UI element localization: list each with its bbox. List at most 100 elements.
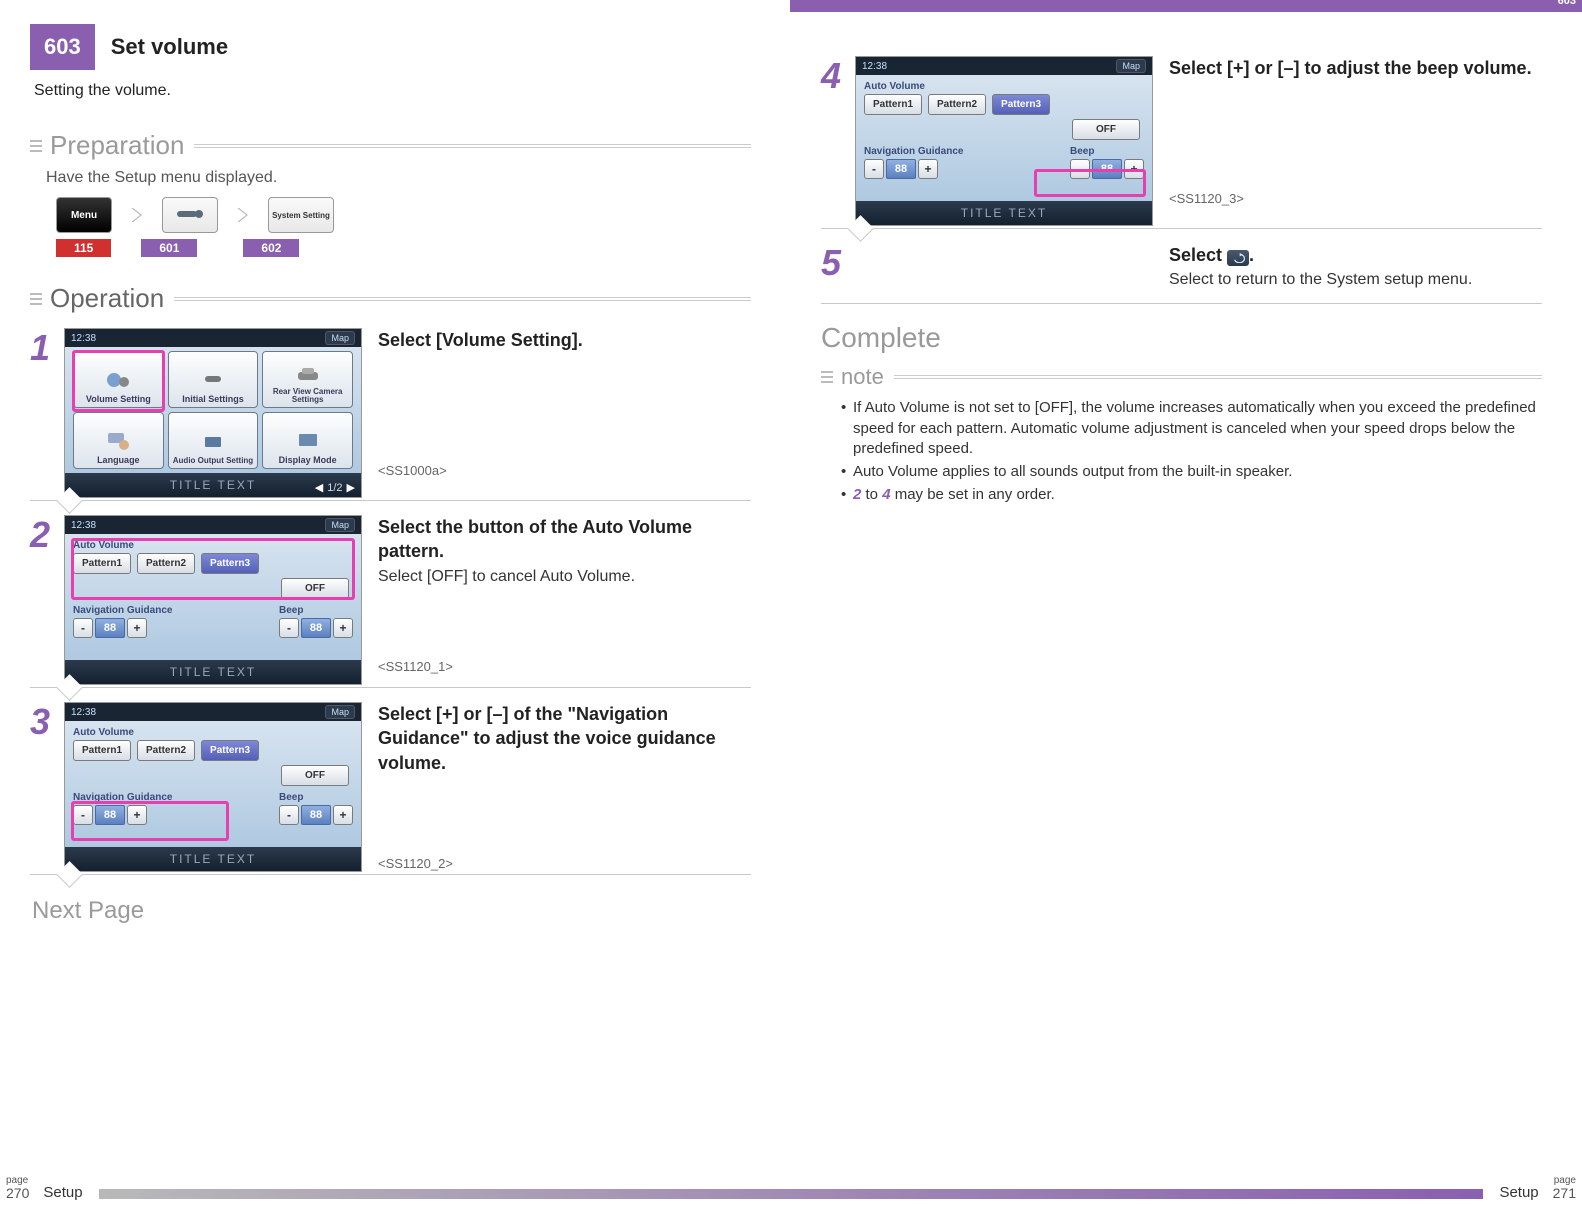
chevron-right-icon <box>126 204 148 226</box>
beep-stepper: - 88 + <box>279 618 353 638</box>
step-number: 2 <box>30 515 64 685</box>
nav-guidance-stepper: - 88 + <box>73 805 172 825</box>
pattern3-button: Pattern3 <box>201 553 259 574</box>
screen-icon <box>199 431 227 455</box>
section-title: Set volume <box>95 24 244 70</box>
footer-section-left: Setup <box>35 1184 90 1201</box>
off-button: OFF <box>281 765 349 786</box>
plus-button: + <box>333 618 353 638</box>
section-intro: Setting the volume. <box>34 82 751 100</box>
operation-heading: Operation <box>30 283 751 314</box>
speaker-gear-icon <box>104 368 132 392</box>
note-list: If Auto Volume is not set to [OFF], the … <box>841 398 1542 505</box>
step-3: 3 12:38Map Auto Volume Pattern1 Pattern2… <box>30 702 751 875</box>
preparation-text: Have the Setup menu displayed. <box>46 169 751 187</box>
pattern2-button: Pattern2 <box>137 553 195 574</box>
pattern1-button: Pattern1 <box>864 94 922 115</box>
step-subtext: Select [OFF] to cancel Auto Volume. <box>378 568 751 586</box>
map-button: Map <box>1116 59 1146 73</box>
complete-label: Complete <box>821 322 1542 354</box>
grid-initial-settings: Initial Settings <box>168 351 259 408</box>
next-page-label: Next Page <box>32 897 751 925</box>
reference-tag-601[interactable]: 601 <box>141 239 197 257</box>
step-headline: Select [+] or [–] of the "Navigation Gui… <box>378 702 751 775</box>
note-item: Auto Volume applies to all sounds output… <box>841 462 1542 482</box>
note-item: 2 to 4 may be set in any order. <box>841 485 1542 505</box>
minus-button: - <box>1070 159 1090 179</box>
screenshot-step-1: 12:38Map Volume Setting Initial Settings… <box>64 328 362 498</box>
pattern3-button: Pattern3 <box>201 740 259 761</box>
footer-gradient-bar <box>99 1189 1484 1199</box>
preparation-heading: Preparation <box>30 130 751 161</box>
screenshot-code: <SS1120_1> <box>378 659 453 674</box>
step-number: 4 <box>821 56 855 226</box>
chevron-right-icon <box>232 204 254 226</box>
step-number: 1 <box>30 328 64 498</box>
grid-display-mode: Display Mode <box>262 412 353 469</box>
top-purple-bar: 603 <box>790 0 1582 12</box>
heading-bars-icon <box>821 371 833 383</box>
heading-bars-icon <box>30 140 42 152</box>
reference-tag-602[interactable]: 602 <box>243 239 299 257</box>
preparation-reference-tags: 115 601 602 <box>56 239 751 257</box>
minus-button: - <box>279 805 299 825</box>
minus-button: - <box>864 159 884 179</box>
pattern1-button: Pattern1 <box>73 740 131 761</box>
pattern2-button: Pattern2 <box>137 740 195 761</box>
map-button: Map <box>325 331 355 345</box>
triangle-right-icon: ▶ <box>347 481 355 494</box>
note-heading: note <box>821 364 1542 390</box>
screenshot-step-4: 12:38Map Auto Volume Pattern1 Pattern2 P… <box>855 56 1153 226</box>
screenshot-step-3: 12:38Map Auto Volume Pattern1 Pattern2 P… <box>64 702 362 872</box>
back-icon <box>1227 250 1249 266</box>
menu-button-icon: Menu <box>56 197 112 233</box>
off-button: OFF <box>281 578 349 599</box>
screenshot-code: <SS1120_2> <box>378 856 453 871</box>
note-item: If Auto Volume is not set to [OFF], the … <box>841 398 1542 459</box>
grid-rear-view: Rear View Camera Settings <box>262 351 353 408</box>
top-bar-section-number: 603 <box>1558 0 1576 7</box>
triangle-left-icon: ◀ <box>315 481 323 494</box>
pattern1-button: Pattern1 <box>73 553 131 574</box>
nav-guidance-stepper: - 88 + <box>864 159 963 179</box>
step-headline: Select the button of the Auto Volume pat… <box>378 515 751 564</box>
step-1: 1 12:38Map Volume Setting Initial Settin… <box>30 328 751 501</box>
minus-button: - <box>73 618 93 638</box>
map-button: Map <box>325 705 355 719</box>
beep-stepper: - 88 + <box>279 805 353 825</box>
footer-section-right: Setup <box>1491 1184 1546 1201</box>
heading-bars-icon <box>30 293 42 305</box>
off-button: OFF <box>1072 119 1140 140</box>
screenshot-code: <SS1000a> <box>378 463 447 478</box>
settings-tool-icon <box>162 197 218 233</box>
step-headline: Select [Volume Setting]. <box>378 328 751 352</box>
minus-button: - <box>279 618 299 638</box>
page-footer: page 270 Setup Setup page 271 <box>0 1176 1582 1201</box>
wrench-icon <box>199 368 227 392</box>
map-button: Map <box>325 518 355 532</box>
step-headline: Select [+] or [–] to adjust the beep vol… <box>1169 56 1542 80</box>
step-5: 5 Select . Select to return to the Syste… <box>821 243 1542 304</box>
system-setting-icon: System Setting <box>268 197 334 233</box>
plus-button: + <box>127 805 147 825</box>
step-4: 4 12:38Map Auto Volume Pattern1 Pattern2… <box>821 56 1542 229</box>
reference-tag-115[interactable]: 115 <box>56 239 111 257</box>
pattern2-button: Pattern2 <box>928 94 986 115</box>
grid-volume-setting: Volume Setting <box>73 351 164 408</box>
step-2: 2 12:38Map Auto Volume Pattern1 Pattern2… <box>30 515 751 688</box>
section-number-badge: 603 <box>30 24 95 70</box>
grid-language: Language <box>73 412 164 469</box>
plus-button: + <box>1124 159 1144 179</box>
step-number: 3 <box>30 702 64 872</box>
step-number: 5 <box>821 243 855 289</box>
page-number-right: page 271 <box>1547 1176 1582 1201</box>
plus-button: + <box>127 618 147 638</box>
plus-button: + <box>918 159 938 179</box>
step-subtext: Select to return to the System setup men… <box>1169 271 1542 289</box>
preparation-icons: Menu System Setting <box>56 197 751 233</box>
car-icon <box>294 362 322 386</box>
step-headline: Select . <box>1169 243 1542 267</box>
grid-audio-output: Audio Output Setting <box>168 412 259 469</box>
plus-button: + <box>333 805 353 825</box>
minus-button: - <box>73 805 93 825</box>
